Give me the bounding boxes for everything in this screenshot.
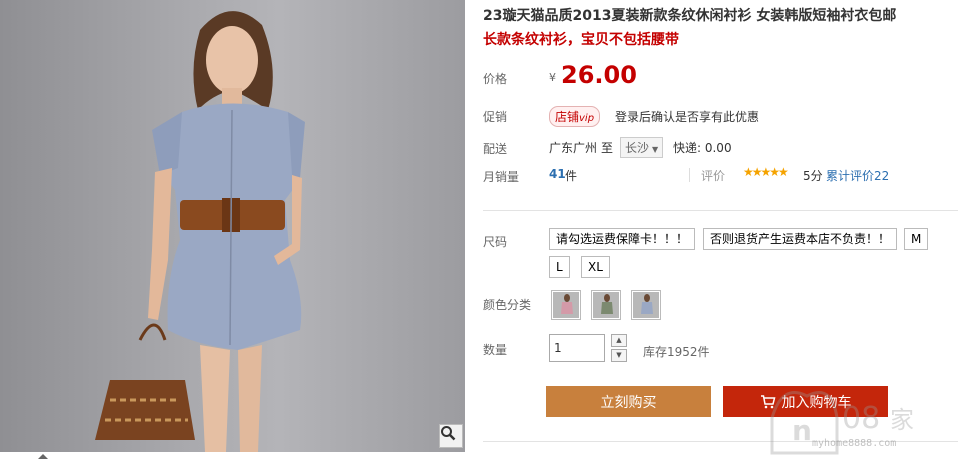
- color-thumbnail: [553, 292, 579, 318]
- destination-city-select[interactable]: 长沙 ▼: [620, 137, 664, 158]
- buy-now-button[interactable]: 立刻购买: [546, 386, 711, 417]
- sales-unit: 件: [565, 169, 578, 183]
- ship-to-word: 至: [601, 141, 614, 155]
- model-illustration: [95, 11, 305, 452]
- color-thumbnail: [593, 292, 619, 318]
- promo-label: 促销: [483, 110, 508, 124]
- size-option-m[interactable]: M: [904, 228, 929, 250]
- product-subtitle: 长款条纹衬衫，宝贝不包括腰带: [483, 32, 679, 48]
- shop-vip-badge: 店铺vip: [549, 106, 601, 127]
- size-label: 尺码: [483, 235, 508, 249]
- magnifier-icon: [441, 426, 456, 441]
- vip-text: vip: [579, 113, 595, 124]
- color-option[interactable]: [591, 290, 621, 320]
- price-label: 价格: [483, 72, 508, 86]
- destination-city: 长沙: [625, 141, 650, 155]
- monthly-sales-count: 41: [549, 167, 566, 181]
- sales-label: 月销量: [483, 170, 520, 184]
- divider: [689, 168, 690, 182]
- svg-text:08: 08: [842, 401, 880, 436]
- product-title: 23璇天猫品质2013夏装新款条纹休闲衬衫 女装韩版短袖衬衣包邮: [483, 8, 897, 24]
- size-option[interactable]: 否则退货产生运费本店不负责！！: [703, 228, 898, 250]
- price-row: 价格 ¥ 26.00: [483, 58, 958, 96]
- color-option[interactable]: [631, 290, 661, 320]
- svg-text:n: n: [792, 414, 812, 447]
- size-option-xl[interactable]: XL: [581, 256, 610, 278]
- watermark-text: myhome8888.com: [812, 438, 897, 449]
- size-option-l[interactable]: L: [549, 256, 570, 278]
- buy-now-label: 立刻购买: [600, 394, 657, 411]
- size-option[interactable]: 请勾选运费保障卡！！！: [549, 228, 696, 250]
- color-label: 颜色分类: [483, 298, 532, 312]
- price-value: 26.00: [561, 61, 637, 89]
- shop-vip-text: 店铺: [555, 110, 580, 124]
- caret-up-icon: [38, 454, 48, 459]
- ship-from: 广东广州: [549, 141, 598, 155]
- quantity-increase-button[interactable]: ▲: [611, 334, 627, 347]
- caret-up-icon: ▲: [616, 336, 622, 344]
- shipping-fee: 快递: 0.00: [673, 141, 732, 155]
- rating-stars: ★★★★★: [743, 165, 789, 179]
- divider: [483, 210, 958, 211]
- chevron-down-icon: ▼: [652, 145, 659, 154]
- promo-text: 登录后确认是否享有此优惠: [615, 110, 760, 124]
- caret-down-icon: ▼: [616, 351, 622, 359]
- rating-score: 5分: [803, 169, 823, 183]
- svg-text:家: 家: [890, 406, 914, 434]
- zoom-button[interactable]: [439, 424, 463, 448]
- thumbnail-strip: [0, 452, 465, 460]
- currency-symbol: ¥: [549, 71, 556, 84]
- color-option[interactable]: [551, 290, 581, 320]
- product-main-image[interactable]: [0, 0, 465, 452]
- stock-text: 库存1952件: [643, 345, 710, 359]
- rating-label: 评价: [701, 169, 726, 183]
- quantity-input[interactable]: [549, 334, 605, 362]
- quantity-label: 数量: [483, 343, 508, 357]
- review-count-link[interactable]: 累计评价22: [826, 167, 889, 184]
- shipping-label: 配送: [483, 142, 508, 156]
- color-thumbnail: [633, 292, 659, 318]
- quantity-decrease-button[interactable]: ▼: [611, 349, 627, 362]
